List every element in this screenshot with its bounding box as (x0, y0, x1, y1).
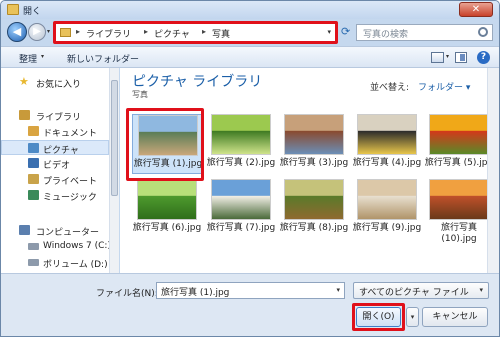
file-name-label: 旅行写真 (2).jpg (206, 158, 276, 168)
search-icon[interactable] (478, 27, 488, 37)
nav-item-private[interactable]: プライベート (1, 172, 109, 187)
arrange-by-label: 並べ替え: (370, 83, 410, 93)
photo-thumbnail-image (357, 179, 417, 220)
nav-item-pictures[interactable]: ピクチャ (1, 140, 109, 156)
title-bar: 開く ✕ (1, 1, 499, 19)
navigation-row: ◀ ▶ ▾ ▸ ライブラリ ▸ ピクチャ ▸ 写真 ▾ ⟳ 写真の検索 (1, 19, 499, 45)
nav-label: コンピューター (36, 228, 100, 238)
help-icon[interactable]: ? (477, 51, 490, 64)
toolbar: 整理 ▾ 新しいフォルダー ▾ ? (1, 46, 499, 68)
filename-label: ファイル名(N): (96, 289, 158, 299)
refresh-icon[interactable]: ⟳ (341, 25, 350, 38)
file-name-label: 旅行写真 (5).jpg (424, 158, 494, 168)
chevron-down-icon[interactable]: ▾ (41, 53, 44, 60)
nav-item-music[interactable]: ミュージック (1, 188, 109, 203)
file-type-value: すべてのピクチャ ファイル (359, 288, 469, 298)
photo-thumbnail-image (137, 179, 197, 220)
window-title: 開く (23, 7, 42, 17)
search-placeholder: 写真の検索 (363, 30, 409, 40)
nav-label: ビデオ (43, 161, 71, 171)
file-type-select[interactable]: すべてのピクチャ ファイル ▾ (353, 282, 489, 299)
nav-label: ボリューム (D:) (43, 260, 108, 270)
nav-item-libraries[interactable]: ライブラリ (1, 108, 109, 123)
forward-button[interactable]: ▶ (28, 23, 46, 41)
nav-item-favorites[interactable]: ★ お気に入り (1, 75, 109, 90)
back-button[interactable]: ◀ (7, 22, 27, 42)
star-icon: ★ (19, 75, 29, 88)
document-icon (28, 126, 39, 136)
photo-thumbnail-image (284, 114, 344, 155)
nav-label: ライブラリ (36, 113, 82, 123)
file-name-label: 旅行写真 (3).jpg (279, 158, 349, 168)
filename-input[interactable]: 旅行写真 (1).jpg ▾ (156, 282, 345, 299)
nav-item-drive-d[interactable]: ボリューム (D:) (1, 255, 109, 270)
file-thumbnail[interactable]: 旅行写真 (7).jpg (206, 179, 276, 239)
photo-thumbnail-image (429, 114, 489, 155)
photo-thumbnail-image (211, 114, 271, 155)
file-name-label: 旅行写真 (4).jpg (352, 158, 422, 168)
nav-item-computer[interactable]: コンピューター (1, 223, 109, 238)
file-thumbnail[interactable]: 旅行写真 (8).jpg (279, 179, 349, 239)
computer-icon (19, 225, 30, 235)
filename-value: 旅行写真 (1).jpg (161, 288, 230, 298)
preview-pane-icon[interactable] (455, 52, 467, 63)
nav-label: ドキュメント (43, 129, 98, 139)
file-thumbnail[interactable]: 旅行写真 (3).jpg (279, 114, 349, 174)
library-subtitle: 写真 (132, 90, 148, 99)
open-dialog: 開く ✕ ◀ ▶ ▾ ▸ ライブラリ ▸ ピクチャ ▸ 写真 ▾ ⟳ 写真の検索… (0, 0, 500, 337)
video-icon (28, 158, 39, 168)
photo-thumbnail-image (284, 179, 344, 220)
private-icon (28, 174, 39, 184)
arrange-by-dropdown[interactable]: フォルダー ▾ (418, 80, 470, 93)
photo-thumbnail-image (211, 179, 271, 220)
file-name-label: 旅行写真 (7).jpg (206, 223, 276, 233)
file-thumbnail[interactable]: 旅行写真 (2).jpg (206, 114, 276, 174)
open-options-dropdown[interactable]: ▾ (406, 307, 419, 327)
file-thumbnail[interactable]: 旅行写真 (5).jpg (424, 114, 494, 174)
close-button[interactable]: ✕ (459, 2, 493, 17)
file-name-label: 旅行写真 (10).jpg (440, 223, 477, 244)
nav-label: Windows 7 (C:) (43, 241, 111, 251)
file-name-label: 旅行写真 (9).jpg (352, 223, 422, 233)
file-name-label: 旅行写真 (6).jpg (132, 223, 202, 233)
nav-label: プライベート (43, 177, 98, 187)
history-dropdown-icon[interactable]: ▾ (47, 28, 50, 35)
file-thumbnail[interactable]: 旅行写真 (4).jpg (352, 114, 422, 174)
cancel-button[interactable]: キャンセル (422, 307, 488, 327)
library-title: ピクチャ ライブラリ (132, 74, 263, 90)
nav-scrollbar[interactable] (109, 68, 119, 273)
chevron-down-icon[interactable]: ▾ (446, 53, 449, 60)
navigation-pane: ★ お気に入り ライブラリ ドキュメント ピクチャ ビデオ プライベート ミュー… (1, 68, 119, 273)
music-icon (28, 190, 39, 200)
new-folder-button[interactable]: 新しいフォルダー (67, 52, 139, 65)
open-button-highlight-box (352, 303, 405, 331)
nav-label: ピクチャ (43, 146, 79, 156)
view-options-icon[interactable] (431, 52, 444, 63)
drive-icon (28, 243, 39, 250)
file-name-label: 旅行写真 (8).jpg (279, 223, 349, 233)
nav-label: お気に入り (36, 80, 82, 90)
photo-thumbnail-image (357, 114, 417, 155)
nav-label: ミュージック (43, 193, 97, 203)
file-thumbnail[interactable]: 旅行写真 (10).jpg (424, 179, 494, 244)
drive-icon (28, 259, 39, 266)
picture-icon (28, 143, 39, 153)
bottom-panel: ファイル名(N): 旅行写真 (1).jpg ▾ すべてのピクチャ ファイル ▾… (1, 273, 499, 336)
nav-item-videos[interactable]: ビデオ (1, 156, 109, 171)
file-thumbnail[interactable]: 旅行写真 (6).jpg (132, 179, 202, 239)
file-thumbnail[interactable]: 旅行写真 (9).jpg (352, 179, 422, 239)
chevron-down-icon[interactable]: ▾ (479, 286, 483, 294)
scrollbar-thumb[interactable] (111, 80, 118, 196)
folder-icon (7, 4, 19, 15)
search-box[interactable]: 写真の検索 (356, 24, 493, 41)
nav-item-documents[interactable]: ドキュメント (1, 124, 109, 139)
photo-thumbnail-image (429, 179, 489, 220)
library-icon (19, 110, 30, 120)
address-highlight-box (53, 21, 338, 44)
chevron-down-icon[interactable]: ▾ (336, 286, 340, 294)
nav-item-drive-c[interactable]: Windows 7 (C:) (1, 239, 111, 254)
selected-file-highlight-box (126, 108, 204, 181)
file-list-scrollbar[interactable] (487, 68, 499, 273)
organize-button[interactable]: 整理 (19, 52, 37, 65)
